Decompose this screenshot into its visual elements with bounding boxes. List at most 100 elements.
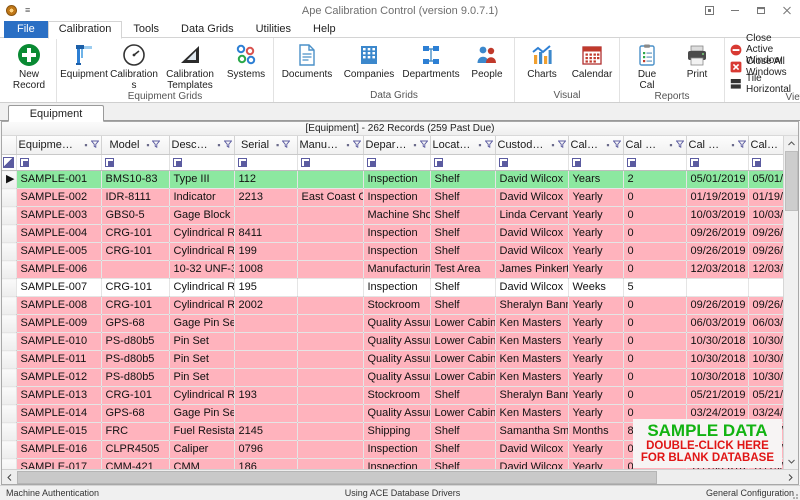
cell-custodian[interactable]: David Wilcox [495, 278, 569, 297]
cell-location[interactable]: Shelf [430, 278, 496, 297]
cell-cal_freq[interactable]: Yearly [568, 386, 624, 405]
cell-custodian[interactable]: Samantha Smith [495, 422, 569, 441]
table-row[interactable]: SAMPLE-007CRG-101Cylindrical Ring G195 In… [2, 278, 783, 297]
cell-serial[interactable] [234, 332, 298, 351]
maximize-icon[interactable] [748, 1, 774, 21]
column-filter-icon[interactable] [557, 139, 566, 151]
row-indicator[interactable] [2, 296, 17, 315]
cell-department[interactable]: Inspection [363, 170, 431, 189]
sample-data-overlay[interactable]: SAMPLE DATA DOUBLE-CLICK HERE FOR BLANK … [632, 419, 782, 468]
column-header-model[interactable]: Model ▪ [101, 136, 170, 155]
cell-equipment_id[interactable]: SAMPLE-004 [16, 224, 102, 243]
cell-cal_last[interactable]: 05/01/2019 [686, 170, 749, 189]
cell-department[interactable]: Inspection [363, 458, 431, 469]
cell-cal_last[interactable]: 10/30/2018 [686, 350, 749, 369]
filter-cell-location[interactable] [430, 154, 496, 171]
cell-description[interactable]: Indicator [169, 188, 235, 207]
filter-toggle-serial[interactable] [237, 158, 247, 167]
cell-manufacturer[interactable] [297, 170, 364, 189]
filter-toggle-model[interactable] [104, 158, 114, 167]
filter-toggle-cal_freq_units[interactable] [626, 158, 636, 167]
row-indicator[interactable] [2, 260, 17, 279]
column-filter-icon[interactable] [484, 139, 493, 151]
menu-item-file[interactable]: File [4, 21, 48, 38]
select-all-header[interactable] [2, 136, 17, 155]
column-header-cal_freq[interactable]: Cal Freq ▪ [568, 136, 624, 155]
cell-cal_freq_units[interactable]: 0 [623, 242, 687, 261]
cell-cal_last[interactable]: 09/26/2019 [686, 242, 749, 261]
cell-manufacturer[interactable] [297, 314, 364, 333]
menu-item-help[interactable]: Help [302, 21, 347, 38]
cell-department[interactable]: Machine Shop [363, 206, 431, 225]
cell-equipment_id[interactable]: SAMPLE-010 [16, 332, 102, 351]
cell-manufacturer[interactable] [297, 422, 364, 441]
cell-department[interactable]: Quality Assuranc [363, 350, 431, 369]
cell-model[interactable]: PS-d80b5 [101, 332, 170, 351]
cell-model[interactable]: BMS10-83 [101, 170, 170, 189]
cell-model[interactable]: CRG-101 [101, 278, 170, 297]
column-filter-icon[interactable] [675, 139, 684, 151]
scroll-right-arrow-icon[interactable] [783, 470, 798, 484]
cell-cal_freq[interactable]: Yearly [568, 188, 624, 207]
cell-manufacturer[interactable] [297, 278, 364, 297]
cell-model[interactable]: IDR-8111 [101, 188, 170, 207]
cell-cal_freq_units[interactable]: 2 [623, 170, 687, 189]
cell-location[interactable]: Shelf [430, 458, 496, 469]
horizontal-scrollbar[interactable] [2, 469, 798, 484]
column-filter-icon[interactable] [152, 139, 161, 151]
cell-cal_due[interactable]: 05/21/2020 [748, 386, 783, 405]
row-indicator[interactable] [2, 458, 17, 469]
cell-cal_freq[interactable]: Yearly [568, 332, 624, 351]
column-header-manufacturer[interactable]: Manufacturer ▪ [297, 136, 364, 155]
scroll-down-arrow-icon[interactable] [783, 454, 798, 469]
cell-cal_freq_units[interactable]: 5 [623, 278, 687, 297]
cell-manufacturer[interactable] [297, 296, 364, 315]
cell-serial[interactable] [234, 314, 298, 333]
cell-cal_last[interactable]: 10/03/2019 [686, 206, 749, 225]
column-header-marks-description[interactable]: ▪ [217, 139, 232, 151]
cell-cal_freq[interactable]: Yearly [568, 242, 624, 261]
cell-department[interactable]: Inspection [363, 224, 431, 243]
row-indicator[interactable]: ▶ [2, 170, 17, 189]
cell-location[interactable]: Shelf [430, 224, 496, 243]
cell-description[interactable]: 10-32 UNF-3B [169, 260, 235, 279]
cell-cal_due[interactable]: 12/03/2019 [748, 260, 783, 279]
cell-description[interactable]: Cylindrical Ring G [169, 386, 235, 405]
cell-custodian[interactable]: James Pinkerton [495, 260, 569, 279]
cell-location[interactable]: Shelf [430, 206, 496, 225]
filter-toggle-location[interactable] [433, 158, 443, 167]
column-header-marks-cal_last[interactable]: ▪ [731, 139, 746, 151]
cell-department[interactable]: Inspection [363, 242, 431, 261]
filter-cell-description[interactable] [169, 154, 235, 171]
cell-description[interactable]: Fuel Resistant Co [169, 422, 235, 441]
filter-toggle-equipment_id[interactable] [19, 158, 29, 167]
cell-department[interactable]: Manufacturing [363, 260, 431, 279]
cell-department[interactable]: Stockroom [363, 386, 431, 405]
cell-location[interactable]: Shelf [430, 188, 496, 207]
column-header-marks-department[interactable]: ▪ [413, 139, 428, 151]
table-row[interactable]: SAMPLE-009 GPS-68 Gage Pin Set Quality Assu… [2, 314, 783, 333]
cell-cal_freq[interactable]: Yearly [568, 260, 624, 279]
cell-cal_due[interactable]: 10/30/2019 [748, 368, 783, 387]
column-header-marks-custodian[interactable]: ▪ [551, 139, 566, 151]
cell-serial[interactable] [234, 206, 298, 225]
cell-cal_freq_units[interactable]: 0 [623, 386, 687, 405]
cell-description[interactable]: CMM [169, 458, 235, 469]
cell-custodian[interactable]: Ken Masters [495, 404, 569, 423]
cell-serial[interactable]: 2145 [234, 422, 298, 441]
cell-model[interactable] [101, 260, 170, 279]
cell-cal_due[interactable]: 09/26/2020 [748, 224, 783, 243]
cell-serial[interactable]: 8411 [234, 224, 298, 243]
table-row[interactable]: SAMPLE-004CRG-101Cylindrical Ring G8411 I… [2, 224, 783, 243]
column-header-cal_last[interactable]: Cal Last ▪ [686, 136, 749, 155]
ribbon-button-calibration-templates[interactable]: Calibration Templates [159, 40, 221, 91]
column-menu-icon[interactable]: ▪ [731, 140, 736, 149]
cell-equipment_id[interactable]: SAMPLE-008 [16, 296, 102, 315]
cell-equipment_id[interactable]: SAMPLE-012 [16, 368, 102, 387]
menu-item-calibration[interactable]: Calibration [47, 21, 123, 39]
column-menu-icon[interactable]: ▪ [551, 140, 556, 149]
cell-cal_freq[interactable]: Yearly [568, 440, 624, 459]
cell-equipment_id[interactable]: SAMPLE-003 [16, 206, 102, 225]
cell-manufacturer[interactable] [297, 350, 364, 369]
table-row[interactable]: SAMPLE-013CRG-101Cylindrical Ring G193 St… [2, 386, 783, 405]
